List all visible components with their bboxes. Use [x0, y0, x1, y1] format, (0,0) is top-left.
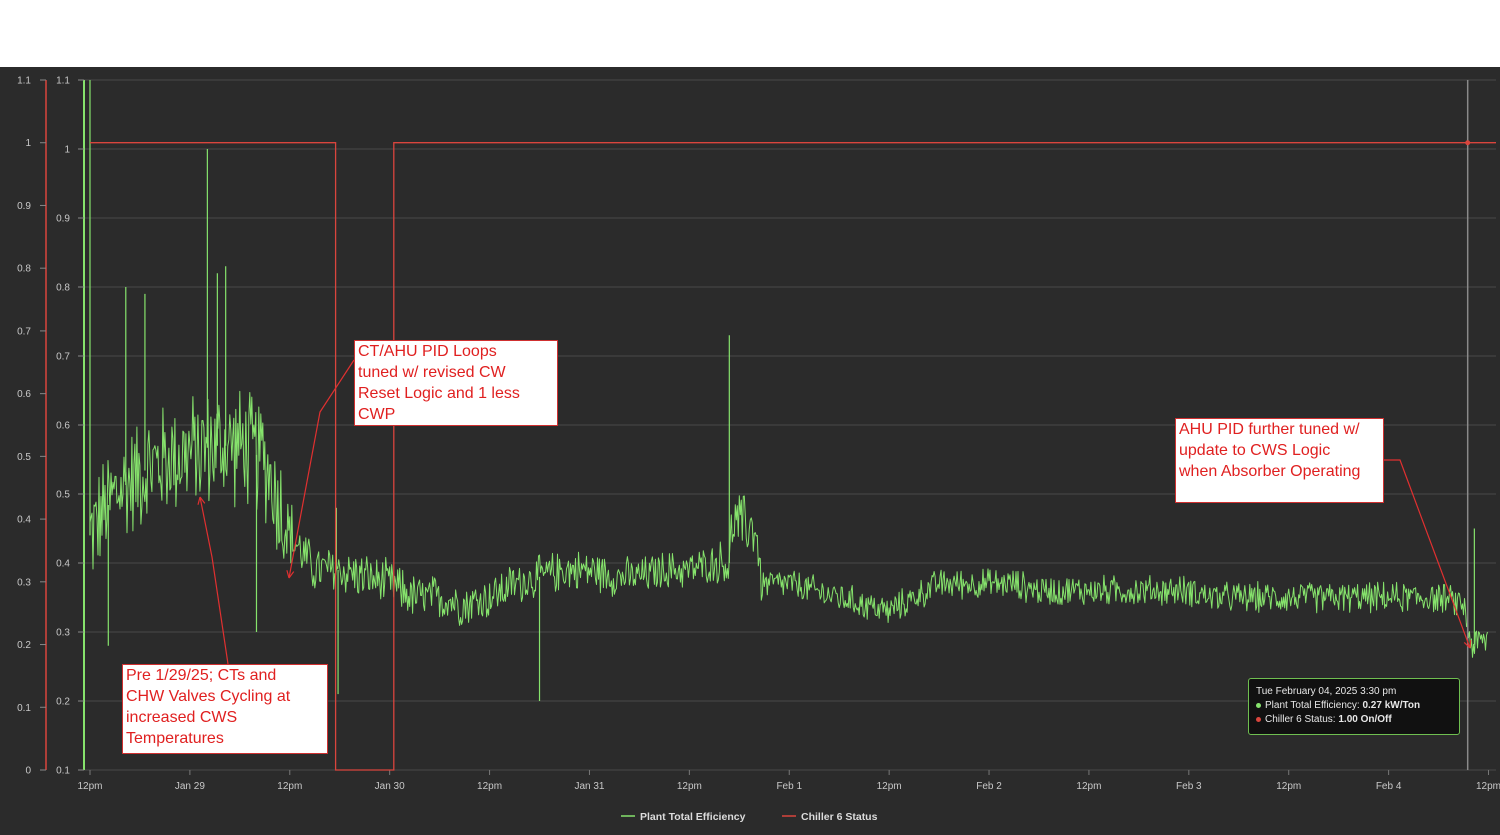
efficiency-dot-icon [1256, 702, 1261, 708]
status-axis-tick-label: 0.8 [17, 264, 31, 275]
status-axis-tick-label: 0 [25, 766, 31, 777]
status-axis-tick-label: 1.1 [17, 76, 31, 87]
efficiency-axis-tick-label: 1.1 [56, 76, 70, 87]
x-axis-tick-label: 12pm [77, 781, 102, 792]
status-axis-tick-label: 0.1 [17, 703, 31, 714]
status-axis-tick-label: 0.5 [17, 452, 31, 463]
x-axis-tick-label: 12pm [277, 781, 302, 792]
efficiency-axis-tick-label: 1 [64, 145, 70, 156]
tooltip-status-label: Chiller 6 Status: [1265, 714, 1336, 725]
x-axis-tick-label: Feb 4 [1376, 781, 1402, 792]
x-axis-tick-label: 12pm [877, 781, 902, 792]
legend-label: Chiller 6 Status [801, 811, 878, 823]
hover-tooltip: Tue February 04, 2025 3:30 pm Plant Tota… [1248, 678, 1460, 735]
legend-item[interactable]: Plant Total Efficiency [621, 811, 746, 823]
x-axis-tick-label: 12pm [677, 781, 702, 792]
x-axis-tick-label: Feb 1 [776, 781, 802, 792]
annotation-arrow [288, 359, 355, 579]
efficiency-axis-tick-label: 0.1 [56, 766, 70, 777]
status-axis-tick-label: 0.4 [17, 515, 31, 526]
efficiency-axis-tick-label: 0.4 [56, 559, 70, 570]
efficiency-axis-tick-label: 0.6 [56, 421, 70, 432]
tooltip-efficiency-row: Plant Total Efficiency: 0.27 kW/Ton [1256, 699, 1452, 713]
legend-label: Plant Total Efficiency [640, 811, 746, 823]
status-axis-tick-label: 0.2 [17, 640, 31, 651]
status-axis-tick-label: 0.3 [17, 577, 31, 588]
status-dot-icon [1256, 716, 1261, 722]
tooltip-date: Tue February 04, 2025 3:30 pm [1256, 686, 1397, 697]
status-hover-marker [1465, 140, 1471, 146]
x-axis-tick-label: 12pm [1276, 781, 1301, 792]
x-axis-tick-label: 12pm [1076, 781, 1101, 792]
x-axis-tick-label: 12pm [477, 781, 502, 792]
x-axis-tick-label: Jan 29 [175, 781, 205, 792]
tooltip-status-row: Chiller 6 Status: 1.00 On/Off [1256, 713, 1452, 727]
efficiency-axis-tick-label: 0.5 [56, 490, 70, 501]
x-axis-tick-label: Jan 30 [375, 781, 405, 792]
status-axis-tick-label: 0.9 [17, 201, 31, 212]
legend-item[interactable]: Chiller 6 Status [782, 811, 878, 823]
annotation-ct-ahu-pid: CT/AHU PID Loops tuned w/ revised CW Res… [354, 340, 558, 426]
annotation-arrow [199, 496, 229, 665]
efficiency-axis-tick-label: 0.3 [56, 628, 70, 639]
efficiency-axis-tick-label: 0.9 [56, 214, 70, 225]
x-axis-tick-label: Feb 3 [1176, 781, 1202, 792]
tooltip-efficiency-value: 0.27 kW/Ton [1362, 700, 1421, 711]
annotation-arrow [1384, 459, 1471, 649]
legend[interactable]: Plant Total Efficiency Chiller 6 Status [621, 811, 878, 823]
tooltip-status-value: 1.00 On/Off [1338, 714, 1392, 725]
tooltip-efficiency-label: Plant Total Efficiency: [1265, 700, 1360, 711]
annotation-pre-1-29: Pre 1/29/25; CTs and CHW Valves Cycling … [122, 664, 328, 754]
efficiency-axis-tick-label: 0.8 [56, 283, 70, 294]
annotation-ahu-pid-further: AHU PID further tuned w/ update to CWS L… [1175, 418, 1384, 503]
x-axis-tick-label: 12pm [1476, 781, 1500, 792]
x-axis-tick-label: Feb 2 [976, 781, 1002, 792]
status-axis-tick-label: 0.6 [17, 389, 31, 400]
status-axis-tick-label: 1 [25, 138, 31, 149]
efficiency-axis-tick-label: 0.2 [56, 697, 70, 708]
efficiency-axis-tick-label: 0.7 [56, 352, 70, 363]
x-axis-tick-label: Jan 31 [574, 781, 604, 792]
status-axis-tick-label: 0.7 [17, 326, 31, 337]
